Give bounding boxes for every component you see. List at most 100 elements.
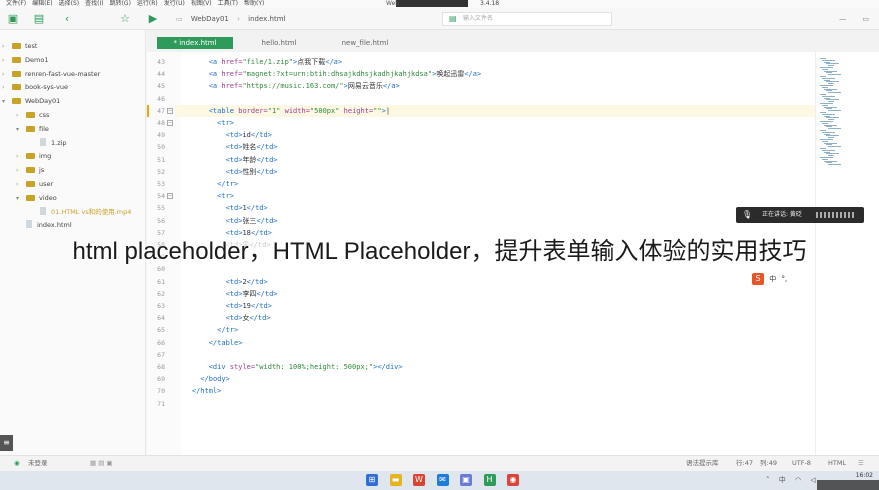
clock[interactable]: 16:02 xyxy=(856,471,873,480)
menu-item[interactable]: 工具(T) xyxy=(218,0,238,8)
tree-folder[interactable]: ▾ WebDay01 xyxy=(0,95,146,108)
code-line[interactable]: </body> xyxy=(175,373,230,385)
menu-item[interactable]: 选择(S) xyxy=(59,0,80,8)
code-line[interactable]: <td>李四</td> xyxy=(175,288,278,300)
chevron-right-icon[interactable]: › xyxy=(16,164,26,177)
code-line[interactable]: </html> xyxy=(175,385,222,397)
status-tool-icons[interactable]: ▦ ▤ ▣ xyxy=(90,456,113,471)
file-explorer-icon[interactable]: ▬ xyxy=(389,474,402,486)
code-line[interactable]: <td>姓名</td> xyxy=(175,141,278,153)
chrome-icon[interactable]: ◉ xyxy=(507,474,519,486)
ime-toolbar[interactable]: S 中 °, xyxy=(752,272,796,286)
tree-file[interactable]: index.html xyxy=(0,219,146,232)
tree-folder[interactable]: › book-sys-vue xyxy=(0,81,146,94)
tab-index-html[interactable]: * index.html xyxy=(157,37,233,49)
code-line[interactable]: <tr> xyxy=(175,117,234,129)
line-number: 63 xyxy=(157,302,165,310)
maximize-icon[interactable]: ▭ xyxy=(862,15,869,23)
code-line[interactable]: <a href="https://music.163.com/">网易云音乐</… xyxy=(175,80,400,92)
sidebar-toggle-icon[interactable]: ≡ xyxy=(0,435,13,451)
chevron-right-icon[interactable]: › xyxy=(2,81,12,94)
code-line[interactable]: <td>年龄</td> xyxy=(175,154,278,166)
code-line[interactable]: <td>性别</td> xyxy=(175,166,278,178)
chevron-right-icon[interactable]: › xyxy=(2,40,12,53)
windows-start-icon[interactable]: ⊞ xyxy=(366,474,378,486)
run-icon[interactable]: ▶ xyxy=(146,12,160,26)
menu-item[interactable]: 运行(R) xyxy=(137,0,158,8)
tree-folder[interactable]: ▾ video xyxy=(0,192,146,205)
tree-folder[interactable]: › renren-fast-vue-master xyxy=(0,68,146,81)
tab-new-file-html[interactable]: new_file.html xyxy=(329,37,401,49)
chevron-right-icon[interactable]: › xyxy=(2,54,12,67)
menu-item[interactable]: 视图(V) xyxy=(191,0,212,8)
code-line[interactable]: </tr> xyxy=(175,178,238,190)
menu-item[interactable]: 帮助(Y) xyxy=(244,0,264,8)
code-line[interactable]: <tr> xyxy=(175,190,234,202)
volume-icon[interactable]: ◁ xyxy=(810,476,815,484)
menu-item[interactable]: 编辑(E) xyxy=(32,0,52,8)
ime-mode[interactable]: 中 xyxy=(769,275,776,283)
menu-item[interactable]: 查找(I) xyxy=(85,0,103,8)
chevron-down-icon[interactable]: ▾ xyxy=(16,123,26,136)
code-line[interactable]: </table> xyxy=(175,337,243,349)
chevron-right-icon[interactable]: › xyxy=(16,150,26,163)
back-icon[interactable]: ‹ xyxy=(60,12,74,26)
tree-folder[interactable]: › test xyxy=(0,40,146,53)
file-language[interactable]: HTML xyxy=(828,456,846,471)
code-line[interactable]: <td>女</td> xyxy=(175,312,271,324)
fold-toggle-icon[interactable]: − xyxy=(167,120,173,126)
chevron-down-icon[interactable]: ▾ xyxy=(16,192,26,205)
fold-toggle-icon[interactable]: − xyxy=(167,107,173,114)
menu-item[interactable]: 发行(U) xyxy=(164,0,185,8)
ime-punct[interactable]: °, xyxy=(781,275,787,283)
syntax-hint[interactable]: 语法提示库 xyxy=(686,456,719,471)
minimize-icon[interactable]: — xyxy=(839,15,846,23)
chevron-right-icon[interactable]: › xyxy=(16,178,26,191)
tree-folder[interactable]: › img xyxy=(0,150,146,163)
code-line[interactable]: <table border="1" width="500px" height="… xyxy=(175,104,815,117)
tree-file[interactable]: 1.zip xyxy=(0,137,146,150)
code-line[interactable]: <a href="file/1.zip">点我下载</a> xyxy=(175,56,342,68)
tree-folder[interactable]: › user xyxy=(0,178,146,191)
chevron-right-icon[interactable]: › xyxy=(2,68,12,81)
new-file-icon[interactable]: ▣ xyxy=(6,12,20,26)
settings-icon[interactable]: ☰ xyxy=(858,456,864,471)
login-status[interactable]: 未登录 xyxy=(28,456,48,471)
save-icon[interactable]: ▤ xyxy=(32,12,46,26)
menu-item[interactable]: 文件(F) xyxy=(6,0,26,8)
breadcrumb-item-file[interactable]: index.html xyxy=(248,15,285,23)
photos-icon[interactable]: ▣ xyxy=(460,474,472,486)
tree-folder[interactable]: › Demo1 xyxy=(0,54,146,67)
code-line[interactable]: </tr> xyxy=(175,324,238,336)
network-icon[interactable]: ◠ xyxy=(795,476,801,484)
code-line[interactable] xyxy=(175,93,183,105)
code-line[interactable]: <td>19</td> xyxy=(175,300,272,312)
tree-folder[interactable]: ▾ file xyxy=(0,123,146,136)
tree-file[interactable]: 01.HTML vs和的使用.mp4 xyxy=(0,206,146,219)
breadcrumb-item-project[interactable]: WebDay01 xyxy=(191,15,229,23)
tab-hello-html[interactable]: hello.html xyxy=(247,37,311,49)
cursor-column: 列:49 xyxy=(760,459,777,467)
file-encoding[interactable]: UTF-8 xyxy=(792,456,811,471)
tree-folder[interactable]: › js xyxy=(0,164,146,177)
code-line[interactable] xyxy=(175,349,183,361)
code-line[interactable]: <a href="magnet:?xt=urn:btih:dhsajkdhsjk… xyxy=(175,68,481,80)
code-line[interactable]: <td>2</td> xyxy=(175,276,268,288)
hbuilder-icon[interactable]: H xyxy=(483,474,496,486)
code-line[interactable]: <td>id</td> xyxy=(175,129,272,141)
chevron-right-icon[interactable]: › xyxy=(16,109,26,122)
chevron-down-icon[interactable]: ▾ xyxy=(2,95,12,108)
chevron-up-icon[interactable]: ˄ xyxy=(766,476,770,484)
file-search-input[interactable]: ▤ 输入文件名 xyxy=(442,12,612,26)
wps-icon[interactable]: W xyxy=(413,474,425,486)
code-line[interactable]: <div style="width: 100%;height: 500px;">… xyxy=(175,361,403,373)
favorite-icon[interactable]: ☆ xyxy=(118,12,132,26)
ime-tray-icon[interactable]: 中 xyxy=(779,476,786,484)
mail-icon[interactable]: ✉ xyxy=(436,474,449,486)
code-line[interactable]: <td>1</td> xyxy=(175,202,268,214)
code-line[interactable] xyxy=(175,398,183,410)
fold-toggle-icon[interactable]: − xyxy=(167,193,173,200)
menu-item[interactable]: 跳转(G) xyxy=(110,0,131,8)
tree-folder[interactable]: › css xyxy=(0,109,146,122)
code-line[interactable]: <td>张三</td> xyxy=(175,215,278,227)
